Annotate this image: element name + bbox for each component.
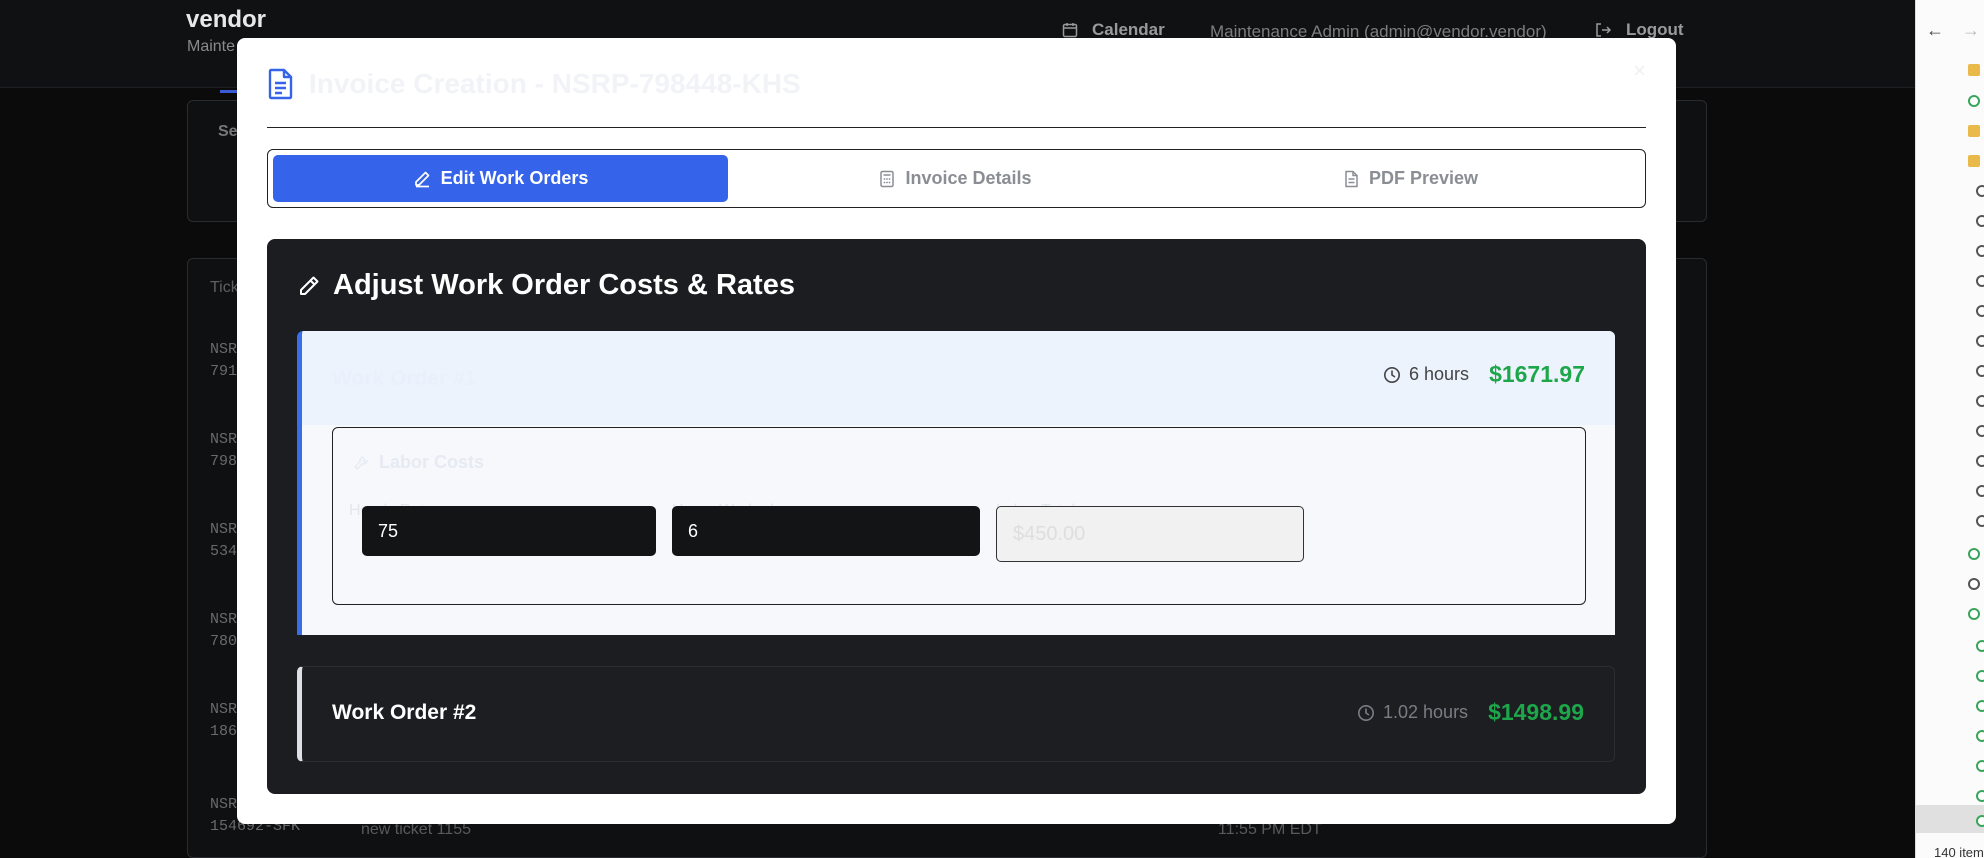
work-orders-panel: Adjust Work Order Costs & Rates Work Ord…	[267, 239, 1646, 794]
sync-status-icon[interactable]	[1976, 640, 1984, 652]
table-row[interactable]: NSR 780	[210, 609, 237, 653]
sync-status-icon[interactable]	[1976, 815, 1984, 827]
close-icon[interactable]: ×	[1633, 58, 1646, 84]
table-row[interactable]: NSR 186	[210, 699, 237, 743]
calendar-link[interactable]: Calendar	[1062, 20, 1165, 40]
file-status-icon[interactable]	[1976, 245, 1984, 257]
file-status-icon[interactable]	[1976, 335, 1984, 347]
file-status-icon[interactable]	[1976, 185, 1984, 197]
file-status-icon[interactable]	[1976, 215, 1984, 227]
modal-title: Invoice Creation - NSRP-798448-KHS	[309, 68, 801, 99]
sync-status-icon[interactable]	[1976, 760, 1984, 772]
hourly-rate-input[interactable]: 75	[362, 506, 656, 556]
file-explorer-panel: ← → 140 item	[1915, 0, 1984, 858]
file-status-icon[interactable]	[1976, 395, 1984, 407]
brand-subtitle: Mainte	[187, 38, 236, 55]
selected-row[interactable]	[1916, 805, 1984, 833]
work-order-meta: 6 hours $1671.97	[1383, 361, 1585, 388]
sync-status-icon[interactable]	[1976, 670, 1984, 682]
file-status-icon[interactable]	[1976, 305, 1984, 317]
work-order-card[interactable]: Work Order #1 6 hours $1671.97 Labor Cos…	[297, 331, 1615, 635]
work-order-name: Work Order #1	[332, 367, 477, 390]
tab-edit-work-orders[interactable]: Edit Work Orders	[273, 155, 728, 202]
folder-icon[interactable]	[1968, 155, 1980, 167]
labor-total-field: $450.00	[996, 506, 1304, 562]
panel-title-text: Adjust Work Order Costs & Rates	[333, 269, 795, 301]
logout-label: Logout	[1626, 20, 1684, 39]
tab-label: Edit Work Orders	[440, 168, 589, 188]
labor-costs-label: Labor Costs	[379, 452, 485, 472]
pencil-icon	[300, 276, 319, 295]
tab-label: Invoice Details	[905, 168, 1032, 188]
sync-status-icon[interactable]	[1968, 95, 1980, 107]
sync-status-icon[interactable]	[1968, 608, 1980, 620]
calendar-icon	[1062, 23, 1078, 38]
logout-icon	[1596, 23, 1612, 37]
header-divider	[267, 127, 1646, 128]
work-order-cost: $1671.97	[1489, 361, 1585, 387]
file-status-icon[interactable]	[1976, 365, 1984, 377]
work-order-card[interactable]: Work Order #2 1.02 hours $1498.99	[297, 666, 1615, 762]
file-status-icon[interactable]	[1976, 485, 1984, 497]
modal-header: Invoice Creation - NSRP-798448-KHS	[267, 68, 801, 100]
panel-title: Adjust Work Order Costs & Rates	[297, 269, 795, 302]
table-row[interactable]: NSR 791	[210, 339, 237, 383]
work-order-cost: $1498.99	[1488, 699, 1584, 725]
sync-status-icon[interactable]	[1976, 700, 1984, 712]
logout-link[interactable]: Logout	[1594, 20, 1684, 40]
file-status-icon[interactable]	[1976, 455, 1984, 467]
tab-label: PDF Preview	[1368, 168, 1479, 188]
table-row[interactable]: NSR 798	[210, 429, 237, 473]
folder-icon[interactable]	[1968, 64, 1980, 76]
clock-icon	[1358, 704, 1374, 721]
forward-arrow-icon[interactable]: →	[1962, 20, 1980, 41]
back-arrow-icon[interactable]: ←	[1926, 20, 1944, 41]
explorer-nav: ← →	[1926, 20, 1980, 41]
file-status-icon[interactable]	[1976, 275, 1984, 287]
item-count: 140 item	[1934, 845, 1984, 858]
work-order-name: Work Order #2	[332, 701, 477, 724]
hours-worked-input[interactable]: 6	[672, 506, 980, 556]
work-order-header[interactable]: Work Order #1 6 hours $1671.97	[302, 331, 1615, 425]
hours-label: 1.02 hours	[1383, 702, 1469, 722]
invoice-tabs: Edit Work Orders Invoice Details PDF Pre…	[267, 149, 1646, 208]
clock-icon	[1384, 366, 1401, 383]
folder-icon[interactable]	[1968, 125, 1980, 137]
sync-status-icon[interactable]	[1976, 790, 1984, 802]
invoice-modal: Invoice Creation - NSRP-798448-KHS × Edi…	[237, 38, 1676, 824]
tab-pdf-preview[interactable]: PDF Preview	[1183, 155, 1638, 202]
filter-card-label: Se	[218, 123, 238, 140]
work-order-meta: 1.02 hours $1498.99	[1357, 699, 1584, 726]
sync-status-icon[interactable]	[1968, 548, 1980, 560]
file-status-icon[interactable]	[1976, 425, 1984, 437]
tab-invoice-details[interactable]: Invoice Details	[728, 155, 1183, 202]
file-status-icon[interactable]	[1976, 515, 1984, 527]
work-order-hours: 6 hours	[1383, 364, 1469, 385]
table-header: Tick	[210, 279, 239, 296]
brand-name[interactable]: vendor	[186, 6, 266, 34]
calendar-label: Calendar	[1092, 20, 1165, 39]
pencil-icon	[414, 171, 429, 187]
labor-costs-title: Labor Costs	[353, 452, 484, 473]
hours-label: 6 hours	[1409, 364, 1470, 384]
wrench-icon	[354, 455, 368, 470]
document-icon	[1345, 170, 1358, 187]
labor-costs-section: Labor Costs Hourly Rate 75 Hours Worked …	[332, 427, 1586, 605]
sync-status-icon[interactable]	[1976, 730, 1984, 742]
screen: { "background": { "brand": "vendor", "br…	[0, 0, 1984, 858]
table-row[interactable]: NSR 534	[210, 519, 237, 563]
work-order-hours: 1.02 hours	[1357, 702, 1468, 723]
calculator-icon	[880, 170, 895, 187]
document-icon	[268, 68, 293, 100]
file-status-icon[interactable]	[1968, 578, 1980, 590]
